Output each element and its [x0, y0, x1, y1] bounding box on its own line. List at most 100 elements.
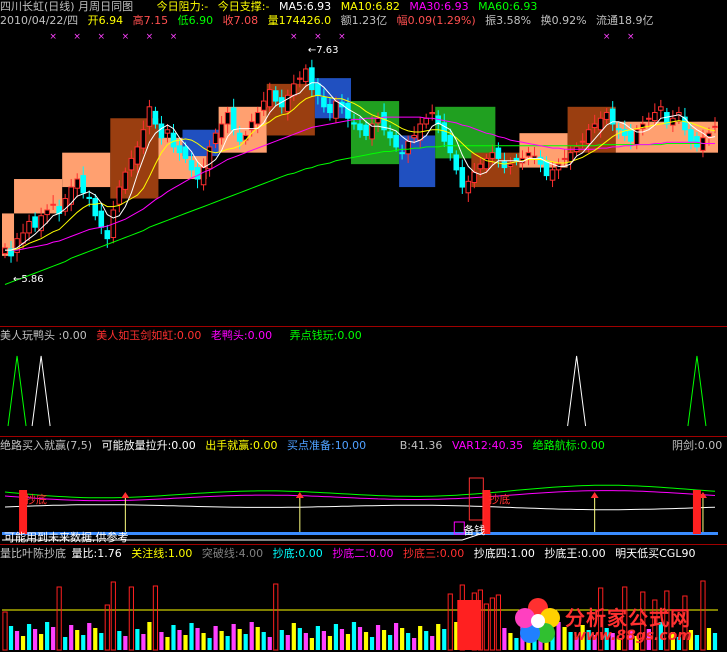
panel2-item-3: 弄点钱玩:0.00: [289, 329, 362, 342]
candle-body-39: [236, 132, 243, 142]
panel4-bar-67: [406, 633, 411, 650]
panel2-item-2: 老鸭头:0.00: [210, 329, 273, 342]
candle-body-25: [152, 110, 159, 125]
panel4-bar-65: [393, 623, 399, 650]
candle-body-104: [627, 130, 634, 142]
candle-body-97: [585, 129, 592, 144]
main-info-line: 2010/04/22/四 开6.94 高7.15 低6.90 收7.08 量17…: [0, 14, 660, 28]
panel4-bar-13: [81, 635, 86, 650]
panel4-bar-5: [32, 629, 38, 650]
marker-x-28: ×: [170, 32, 178, 42]
marker-x-20: ×: [122, 32, 130, 42]
panel2-spike-3: [687, 355, 707, 427]
candle-body-5: [32, 216, 38, 228]
candle-body-82: [495, 147, 502, 159]
candle-body-116: [700, 137, 706, 151]
candle-body-64: [387, 131, 393, 139]
panel3-item-3: 买点准备:10.00: [286, 439, 367, 452]
panel3-red-bar-2: [692, 490, 701, 534]
panel3-magenta-line: [4, 490, 716, 502]
candle-body-36: [218, 123, 225, 139]
candle-body-13: [80, 175, 87, 194]
candle-body-66: [399, 152, 405, 155]
panel3-arrow-head-1: [295, 492, 304, 498]
candle-body-21: [128, 157, 135, 171]
panel4-bar-64: [387, 635, 393, 650]
candle-body-68: [411, 134, 417, 139]
candle-body-87: [525, 152, 532, 157]
candle-body-49: [297, 77, 303, 80]
candle-body-108: [652, 112, 658, 122]
candle-body-81: [489, 152, 496, 159]
panel4-bar-73: [442, 629, 447, 650]
marker-x-8: ×: [49, 32, 57, 42]
candle-body-59: [357, 123, 363, 131]
panel4-bar-33: [201, 633, 206, 650]
panel4-red-bar-82: [495, 594, 501, 651]
panel4-bar-27: [165, 637, 170, 650]
candle-body-83: [501, 161, 508, 169]
band-3: [110, 118, 159, 199]
panel4-bar-58: [351, 622, 357, 650]
panel4-red-bar-25: [152, 585, 159, 651]
panel3-bar-label-0: 抄底: [25, 492, 47, 506]
info-date: 2010/04/22/四: [0, 14, 79, 27]
candle-body-84: [507, 163, 514, 167]
panel3-item-7: 阴剑:0.00: [672, 439, 723, 452]
separator-3: [0, 544, 727, 545]
panel4-red-block: [457, 600, 482, 650]
candle-body-58: [351, 122, 357, 125]
panel4-bar-83: [502, 628, 507, 650]
panel2-spike-0: [7, 355, 27, 427]
panel2-item-1: 美人如玉剑如虹:0.00: [96, 329, 202, 342]
main-title: 四川长虹(日线) 月周日同图: [0, 0, 134, 13]
separator-1: [0, 326, 727, 327]
band-13: [519, 133, 568, 168]
panel4-red-bar-80: [483, 603, 489, 651]
candle-body-20: [122, 171, 129, 190]
panel4-bar-19: [117, 631, 122, 650]
marker-x-52: ×: [314, 32, 322, 42]
panel4-bar-24: [147, 622, 152, 650]
support-label: 今日支撑:-: [217, 0, 270, 13]
candle-body-51: [309, 67, 315, 91]
candle-body-17: [104, 230, 111, 240]
candle-body-74: [447, 134, 454, 154]
panel4-bar-66: [400, 628, 405, 650]
candle-body-114: [688, 129, 694, 142]
resist-label: 今日阻力:-: [156, 0, 209, 13]
candle-body-45: [272, 90, 279, 102]
panel4-bar-63: [381, 630, 387, 650]
candle-body-94: [567, 152, 574, 163]
panel4-header: 量比叶陈抄底 量比:1.76 关注线:1.00 突破线:4.00 抄底:0.00…: [0, 547, 701, 561]
watermark: 分析家公式网 www.88gs.com: [513, 592, 723, 650]
panel4-red-bar-21: [128, 586, 134, 651]
candle-body-65: [393, 134, 399, 148]
panel3-arrow-head-2: [590, 492, 599, 498]
panel3-item-6: 绝路航标:0.00: [532, 439, 605, 452]
candle-body-107: [646, 117, 652, 120]
panel2-spike-2: [567, 355, 587, 427]
panel4-bar-41: [249, 622, 254, 650]
panel4-item-5: 抄底:0.00: [272, 547, 323, 560]
panel4-red-bar-74: [447, 593, 453, 651]
panel4-bar-61: [369, 637, 375, 650]
panel4-item-3: 关注线:1.00: [131, 547, 193, 560]
panel3-title: 绝路买入就赢(7,5): [0, 439, 93, 452]
panel4-red-bar-81: [489, 597, 495, 651]
info-low: 低6.90: [177, 14, 214, 27]
candle-body-37: [224, 112, 231, 125]
candle-body-0: [2, 247, 8, 255]
panel3-item-4: B:41.36: [399, 439, 443, 452]
panel4-bar-69: [418, 626, 423, 650]
info-open: 开6.94: [87, 14, 124, 27]
panel4-bar-20: [123, 636, 128, 650]
panel4-bar-46: [279, 630, 284, 650]
panel4-bar-68: [412, 638, 417, 650]
candle-body-14: [86, 196, 93, 200]
panel4-bar-70: [424, 631, 429, 650]
panel3-red-box: [468, 477, 484, 521]
candle-body-70: [423, 117, 429, 125]
panel4-bar-3: [20, 636, 26, 650]
panel4-bar-4: [26, 624, 32, 650]
